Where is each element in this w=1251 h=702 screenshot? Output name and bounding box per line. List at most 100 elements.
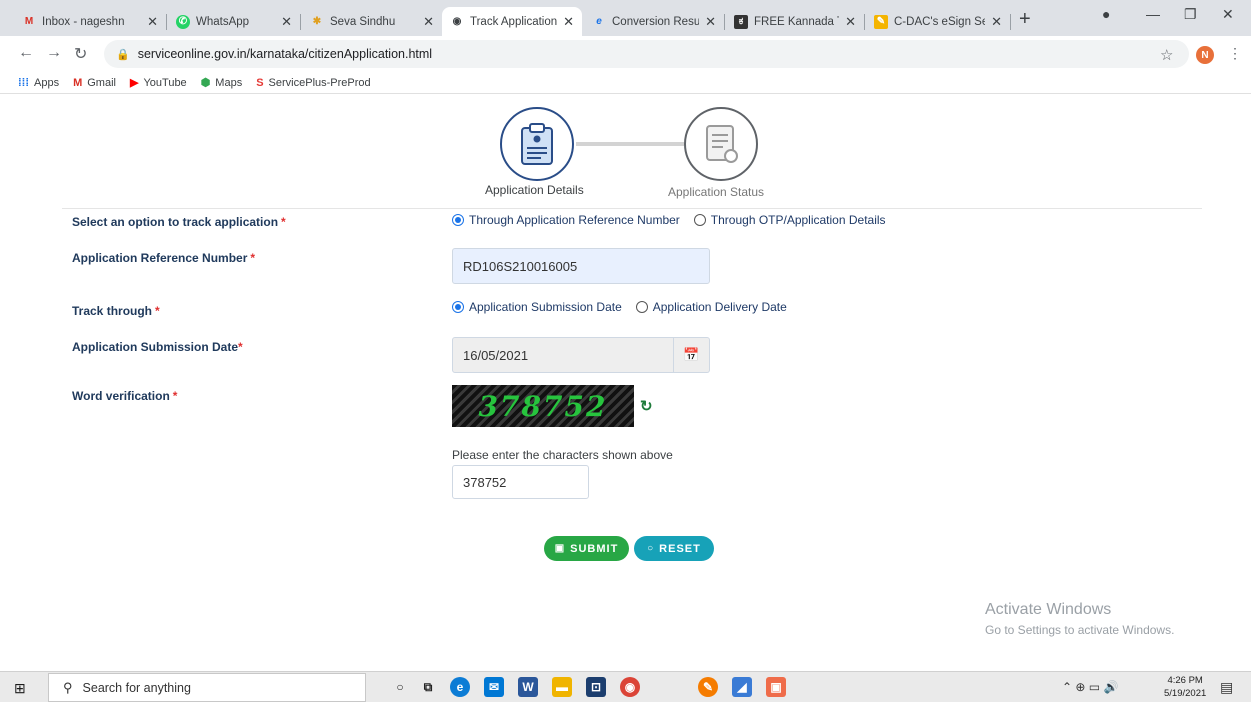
calendar-icon[interactable]: 📅	[674, 337, 710, 373]
radio-submission-date-label[interactable]: Application Submission Date	[469, 300, 622, 314]
close-icon[interactable]: ✕	[423, 14, 434, 30]
tab-cdac-esign[interactable]: ✎ C-DAC's eSign Se ✕	[866, 7, 1010, 36]
taskbar-search[interactable]: ⚲ Search for anything	[48, 673, 366, 702]
radio-otp-details[interactable]	[693, 214, 706, 226]
bookmark-star-icon[interactable]: ☆	[1160, 46, 1173, 64]
cortana-icon[interactable]: ○	[390, 677, 410, 697]
reset-button[interactable]: ○ RESET	[634, 536, 714, 561]
track-option-group: Through Application Reference Number Thr…	[452, 213, 886, 227]
bookmark-gmail[interactable]: M Gmail	[73, 77, 116, 89]
lock-icon: 🔒	[116, 48, 130, 61]
captcha-image: 378752	[452, 385, 634, 427]
windows-start-icon[interactable]: ⊞	[14, 680, 26, 697]
close-icon[interactable]: ✕	[845, 14, 856, 30]
reference-number-label: Application Reference Number *	[72, 251, 256, 265]
radio-otp-details-label[interactable]: Through OTP/Application Details	[711, 213, 886, 227]
captcha-input[interactable]: 378752	[452, 465, 589, 499]
browser-menu-icon[interactable]: ⋮	[1228, 45, 1242, 62]
notification-icon[interactable]: ▤	[1220, 679, 1233, 696]
snip-icon[interactable]: ▣	[766, 677, 786, 697]
tab-separator	[1010, 14, 1011, 30]
chrome-icon[interactable]: ◉	[620, 677, 640, 697]
ie-icon: e	[596, 16, 602, 27]
divider	[62, 208, 1202, 209]
activate-windows-title: Activate Windows	[985, 601, 1112, 618]
bookmark-youtube[interactable]: ▶ YouTube	[129, 76, 187, 90]
tab-whatsapp[interactable]: ✆ WhatsApp ✕	[168, 7, 300, 36]
tab-separator	[166, 14, 167, 30]
radio-delivery-date-label[interactable]: Application Delivery Date	[653, 300, 787, 314]
mail-icon[interactable]: ✉	[484, 677, 504, 697]
required-mark: *	[172, 389, 178, 403]
bookmark-apps[interactable]: ⁞⁞⁞ Apps	[18, 77, 59, 89]
submission-date-input[interactable]: 16/05/2021	[452, 337, 674, 373]
bookmark-serviceplus[interactable]: S ServicePlus-PreProd	[256, 77, 370, 89]
tab-separator	[864, 14, 865, 30]
required-mark: *	[155, 304, 160, 318]
tab-kannada-typing[interactable]: ಕ FREE Kannada Ty ✕	[726, 7, 864, 36]
close-icon[interactable]: ✕	[705, 14, 716, 30]
reference-number-input[interactable]: RD106S210016005	[452, 248, 710, 284]
whatsapp-icon: ✆	[176, 14, 190, 29]
maps-icon: ⬢	[200, 77, 211, 89]
forward-icon[interactable]: →	[46, 44, 62, 62]
taskbar: ⊞ ⚲ Search for anything ○ ⧉ e ✉ W ▬ ⊡ ◉ …	[0, 671, 1251, 702]
serviceplus-icon: S	[256, 76, 264, 89]
extension-icon[interactable]: ●	[1102, 6, 1110, 22]
apps-grid-icon: ⁞⁞⁞	[18, 76, 29, 89]
bookmark-maps[interactable]: ⬢ Maps	[200, 76, 243, 90]
new-tab-button[interactable]: +	[1019, 8, 1031, 31]
bookmarks-bar: ⁞⁞⁞ Apps M Gmail ▶ YouTube ⬢ Maps S Serv…	[0, 72, 1251, 94]
reload-icon[interactable]: ↻	[74, 44, 87, 64]
tab-strip: M Inbox - nageshn ✕ ✆ WhatsApp ✕ ✱ Seva …	[0, 0, 1251, 36]
notes-icon[interactable]: ◢	[732, 677, 752, 697]
word-verification-label: Word verification *	[72, 389, 178, 403]
close-icon[interactable]: ✕	[147, 14, 158, 30]
tab-seva-sindhu[interactable]: ✱ Seva Sindhu ✕	[302, 7, 442, 36]
tab-conversion-result[interactable]: e Conversion Resul ✕	[584, 7, 724, 36]
address-bar[interactable]: 🔒 serviceonline.gov.in/karnataka/citizen…	[104, 40, 1189, 68]
store-icon[interactable]: ⊡	[586, 677, 606, 697]
stepper-connector	[576, 142, 684, 146]
seva-sindhu-icon: ✱	[312, 16, 322, 27]
track-through-group: Application Submission Date Application …	[452, 300, 787, 314]
step1-label: Application Details	[485, 183, 584, 197]
refresh-icon: ○	[647, 543, 655, 554]
required-mark: *	[250, 251, 256, 265]
profile-avatar[interactable]: N	[1196, 46, 1214, 64]
gmail-icon: M	[73, 76, 83, 89]
tab-separator	[724, 14, 725, 30]
close-icon[interactable]: ✕	[991, 14, 1002, 30]
page-content: Application Details Application Status S…	[0, 95, 1251, 671]
restore-button[interactable]: ❐	[1184, 6, 1197, 23]
tab-separator	[300, 14, 301, 30]
paint-icon[interactable]: ✎	[698, 677, 718, 697]
radio-delivery-date[interactable]	[635, 301, 648, 313]
refresh-captcha-icon[interactable]: ↻	[640, 397, 653, 415]
task-view-icon[interactable]: ⧉	[418, 677, 438, 697]
tab-track-application[interactable]: ◉ Track Application ✕	[442, 7, 582, 36]
captcha-text: 378752	[478, 389, 608, 423]
minimize-button[interactable]: —	[1146, 6, 1160, 22]
close-icon[interactable]: ✕	[563, 14, 574, 30]
edge-icon[interactable]: e	[450, 677, 470, 697]
back-icon[interactable]: ←	[18, 44, 34, 62]
kannada-icon: ಕ	[734, 14, 748, 29]
globe-icon: ◉	[452, 16, 462, 27]
tab-gmail[interactable]: M Inbox - nageshn ✕	[14, 7, 166, 36]
close-icon[interactable]: ✕	[281, 14, 292, 30]
close-window-button[interactable]: ✕	[1222, 6, 1234, 23]
radio-reference-number[interactable]	[452, 214, 464, 226]
taskbar-clock[interactable]: 4:26 PM 5/19/2021	[1164, 674, 1206, 700]
youtube-icon: ▶	[129, 77, 139, 89]
word-icon[interactable]: W	[518, 677, 538, 697]
system-tray[interactable]: ⌃ ⊕ ▭ 🔊	[1062, 680, 1118, 694]
radio-submission-date[interactable]	[452, 301, 464, 313]
submit-button[interactable]: ▣ SUBMIT	[544, 536, 629, 561]
required-mark: *	[281, 215, 286, 229]
file-explorer-icon[interactable]: ▬	[552, 677, 572, 697]
url-text: serviceonline.gov.in/karnataka/citizenAp…	[137, 47, 433, 61]
step2-label: Application Status	[668, 185, 765, 199]
radio-reference-number-label[interactable]: Through Application Reference Number	[469, 213, 680, 227]
browser-window: M Inbox - nageshn ✕ ✆ WhatsApp ✕ ✱ Seva …	[0, 0, 1251, 702]
